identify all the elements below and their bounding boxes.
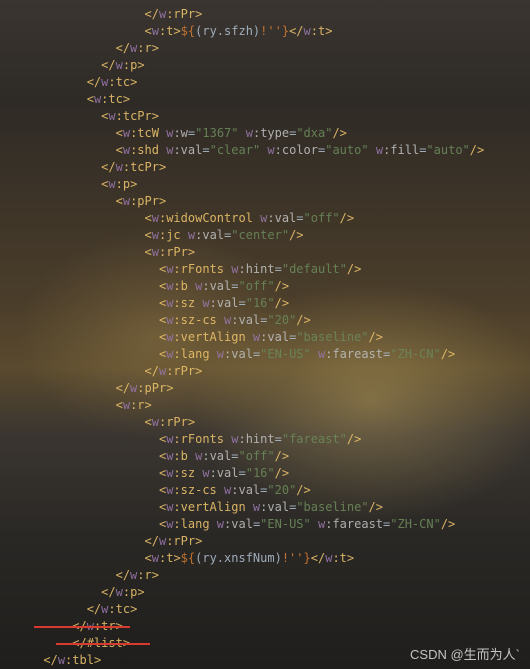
highlight-underline-2 bbox=[56, 643, 150, 645]
highlight-underline-1 bbox=[34, 626, 130, 628]
code-editor[interactable]: </w:rPr> <w:t>${(ry.sfzh)!''}</w:t> </w:… bbox=[0, 0, 530, 669]
code-content: </w:rPr> <w:t>${(ry.sfzh)!''}</w:t> </w:… bbox=[0, 6, 530, 669]
watermark-text: CSDN @生而为人` bbox=[410, 644, 520, 663]
